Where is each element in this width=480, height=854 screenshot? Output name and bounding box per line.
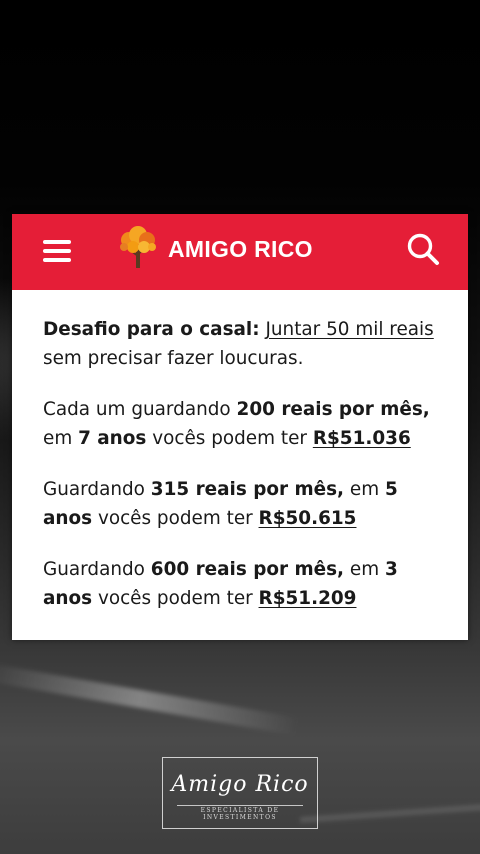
scenario-years: anos [43,588,93,609]
scenario-text: Guardando [43,479,151,500]
scenario-amount: R$51.209 [258,588,357,609]
scenario-monthly: 200 reais por mês, [236,399,430,420]
scenario-monthly: 600 reais por mês, [150,559,345,580]
scenario-text: em [344,559,385,580]
header-bar: AMIGO RICO [12,214,468,290]
post-content: Desafio para o casal: Juntar 50 mil reai… [43,315,448,613]
scenario-paragraph: Cada um guardando 200 reais por mês, em 7… [43,395,448,453]
scenario-years: 5 [384,479,398,500]
scenario-paragraph: Guardando 315 reais por mês, em 5 anos vo… [43,475,448,533]
signature-logo: Amigo Rico ESPECIALISTA DE INVESTIMENTOS [162,757,318,829]
scenario-text: vocês podem ter [146,428,313,449]
scenario-years: anos [43,508,93,529]
signature-name: Amigo Rico [171,772,309,797]
scenario-years: 7 anos [78,428,147,449]
scenario-monthly: 315 reais por mês, [150,479,345,500]
scenario-amount: R$50.615 [258,508,357,529]
scenario-amount: R$51.036 [312,428,411,449]
scenario-text: vocês podem ter [92,508,259,529]
challenge-goal: Juntar 50 mil reais [265,319,434,340]
search-icon[interactable] [406,232,440,266]
scenario-text: em [43,428,79,449]
challenge-label: Desafio para o casal: [43,319,260,340]
intro-paragraph: Desafio para o casal: Juntar 50 mil reai… [43,315,448,373]
hamburger-menu-icon[interactable] [43,240,71,262]
tree-icon [120,226,156,268]
scenario-years: 3 [384,559,398,580]
challenge-rest: sem precisar fazer loucuras. [43,348,304,369]
scenario-text: em [344,479,385,500]
scenario-paragraph: Guardando 600 reais por mês, em 3 anos vo… [43,555,448,613]
brand-name: AMIGO RICO [168,236,313,262]
scenario-text: Guardando [43,559,151,580]
scenario-text: Cada um guardando [43,399,237,420]
scenario-text: vocês podem ter [92,588,259,609]
signature-divider [177,805,303,806]
post-card: AMIGO RICO Desafio para o casal: Juntar … [12,214,468,640]
signature-subtitle: ESPECIALISTA DE INVESTIMENTOS [200,807,280,821]
